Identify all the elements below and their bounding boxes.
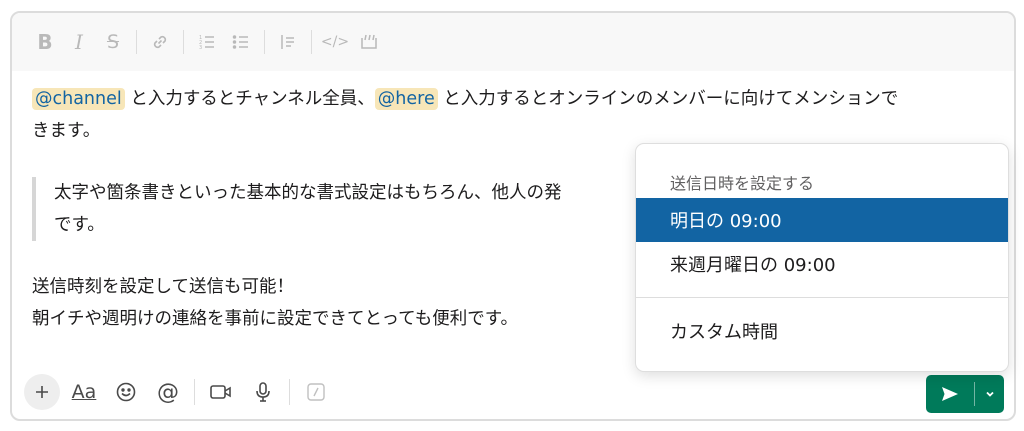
strikethrough-icon[interactable]: S	[96, 25, 130, 59]
toolbar-divider	[289, 379, 290, 405]
menu-divider	[636, 297, 1008, 298]
italic-icon[interactable]: I	[62, 25, 96, 59]
blockquote-icon[interactable]	[271, 25, 305, 59]
toolbar-divider	[311, 30, 312, 54]
microphone-icon[interactable]	[245, 374, 281, 410]
schedule-option-next-monday[interactable]: 来週月曜日の 09:00	[636, 242, 1008, 286]
mention-icon[interactable]: @	[150, 374, 186, 410]
toolbar-divider	[264, 30, 265, 54]
schedule-option-custom[interactable]: カスタム時間	[636, 309, 1008, 353]
composer-actions: Aa @	[12, 365, 1014, 419]
toolbar-divider	[194, 379, 195, 405]
emoji-icon[interactable]	[108, 374, 144, 410]
formatting-toolbar: B I S 1 2 3 </>	[12, 13, 1014, 71]
format-icon[interactable]: Aa	[66, 374, 102, 410]
send-button[interactable]	[926, 375, 974, 413]
bold-icon[interactable]: B	[28, 25, 62, 59]
schedule-option-tomorrow[interactable]: 明日の 09:00	[636, 198, 1008, 242]
ordered-list-icon[interactable]: 1 2 3	[190, 25, 224, 59]
plus-icon[interactable]	[24, 374, 60, 410]
code-icon[interactable]: </>	[318, 25, 352, 59]
schedule-send-dropdown[interactable]	[975, 375, 1004, 413]
link-icon[interactable]	[143, 25, 177, 59]
schedule-send-menu: 送信日時を設定する 明日の 09:00 来週月曜日の 09:00 カスタム時間	[635, 143, 1009, 372]
message-line: @channel と入力するとチャンネル全員、 @here と入力するとオンライン…	[32, 83, 1000, 115]
slash-command-icon[interactable]	[298, 374, 334, 410]
schedule-menu-title: 送信日時を設定する	[670, 174, 815, 193]
svg-text:3: 3	[199, 45, 202, 51]
channel-mention[interactable]: @channel	[32, 88, 125, 110]
send-button-group	[926, 375, 1004, 413]
toolbar-divider	[183, 30, 184, 54]
toolbar-divider	[136, 30, 137, 54]
bulleted-list-icon[interactable]	[224, 25, 258, 59]
code-block-icon[interactable]	[352, 25, 386, 59]
video-icon[interactable]	[203, 374, 239, 410]
here-mention[interactable]: @here	[374, 88, 438, 110]
